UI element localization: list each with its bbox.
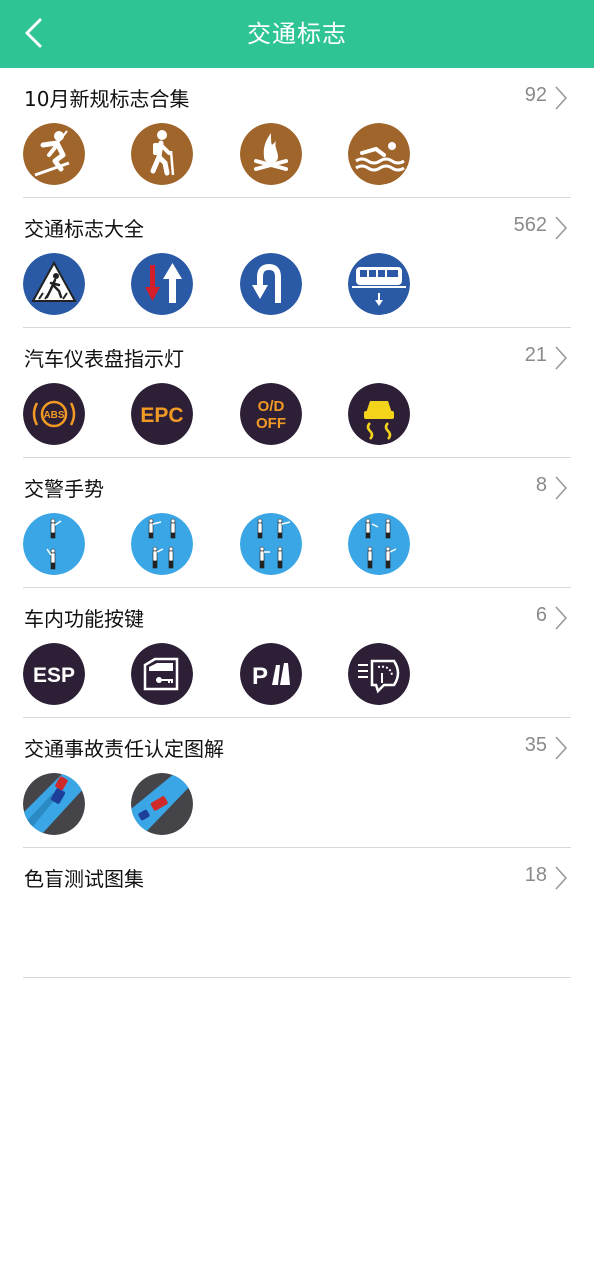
category-header[interactable]: 汽车仪表盘指示灯 21 <box>23 328 571 386</box>
category-count: 35 <box>524 734 547 756</box>
page-title: 交通标志 <box>247 20 347 48</box>
abs-warning-icon[interactable]: ABS <box>23 383 85 445</box>
category-count: 92 <box>524 84 547 106</box>
hiking-sign-icon[interactable] <box>131 123 193 185</box>
chevron-right-icon <box>555 86 568 110</box>
category-section: 交通事故责任认定图解 35 <box>23 718 571 848</box>
od-off-indicator-icon[interactable]: O/D OFF <box>240 383 302 445</box>
category-section: 交警手势 8 <box>23 458 571 588</box>
od-text: O/D <box>258 398 285 415</box>
category-section: 10月新规标志合集 92 <box>23 68 571 198</box>
accident-diagram-icon[interactable] <box>23 773 85 835</box>
chevron-right-icon <box>555 736 568 760</box>
traction-control-icon[interactable] <box>348 383 410 445</box>
pedestrian-crossing-sign-icon[interactable] <box>23 253 85 315</box>
category-count: 6 <box>535 604 547 626</box>
category-header[interactable]: 交通标志大全 562 <box>23 198 571 256</box>
chevron-right-icon <box>555 476 568 500</box>
rear-wiper-button-icon[interactable] <box>348 643 410 705</box>
epc-warning-icon[interactable]: EPC <box>131 383 193 445</box>
category-header[interactable]: 交通事故责任认定图解 35 <box>23 718 571 776</box>
door-lock-button-icon[interactable] <box>131 643 193 705</box>
parking-sensor-button-icon[interactable]: P <box>240 643 302 705</box>
chevron-right-icon <box>555 606 568 630</box>
category-count: 562 <box>513 214 547 236</box>
police-gesture-icon[interactable] <box>131 513 193 575</box>
category-title: 交通标志大全 <box>24 217 144 241</box>
category-title: 车内功能按键 <box>24 607 144 631</box>
abs-text: ABS <box>43 410 64 421</box>
category-title: 交通事故责任认定图解 <box>24 737 224 761</box>
category-section: 车内功能按键 6 ESP P <box>23 588 571 718</box>
category-title: 10月新规标志合集 <box>24 87 190 111</box>
category-section: 交通标志大全 562 <box>23 198 571 328</box>
category-header[interactable]: 色盲测试图集 18 <box>23 848 571 906</box>
category-title: 汽车仪表盘指示灯 <box>24 347 184 371</box>
u-turn-sign-icon[interactable] <box>240 253 302 315</box>
category-count: 18 <box>524 864 547 886</box>
park-text: P <box>252 663 268 690</box>
chevron-right-icon <box>555 216 568 240</box>
category-section: 色盲测试图集 18 <box>23 848 571 978</box>
category-title: 交警手势 <box>24 477 104 501</box>
bus-lane-sign-icon[interactable] <box>348 253 410 315</box>
category-section: 汽车仪表盘指示灯 21 ABS EPC O/D OFF <box>23 328 571 458</box>
off-text: OFF <box>256 415 286 432</box>
category-count: 8 <box>535 474 547 496</box>
police-gesture-icon[interactable] <box>348 513 410 575</box>
app-header: 交通标志 <box>0 0 594 68</box>
accident-diagram-icon[interactable] <box>131 773 193 835</box>
campfire-sign-icon[interactable] <box>240 123 302 185</box>
esp-text: ESP <box>33 664 75 687</box>
epc-text: EPC <box>140 404 183 427</box>
police-gesture-icon[interactable] <box>23 513 85 575</box>
skiing-sign-icon[interactable] <box>23 123 85 185</box>
category-header[interactable]: 交警手势 8 <box>23 458 571 516</box>
esp-button-icon[interactable]: ESP <box>23 643 85 705</box>
chevron-right-icon <box>555 866 568 890</box>
category-header[interactable]: 车内功能按键 6 <box>23 588 571 646</box>
category-header[interactable]: 10月新规标志合集 92 <box>23 68 571 126</box>
chevron-right-icon <box>555 346 568 370</box>
priority-oncoming-sign-icon[interactable] <box>131 253 193 315</box>
swimming-sign-icon[interactable] <box>348 123 410 185</box>
category-title: 色盲测试图集 <box>24 867 144 891</box>
police-gesture-icon[interactable] <box>240 513 302 575</box>
category-count: 21 <box>524 344 547 366</box>
